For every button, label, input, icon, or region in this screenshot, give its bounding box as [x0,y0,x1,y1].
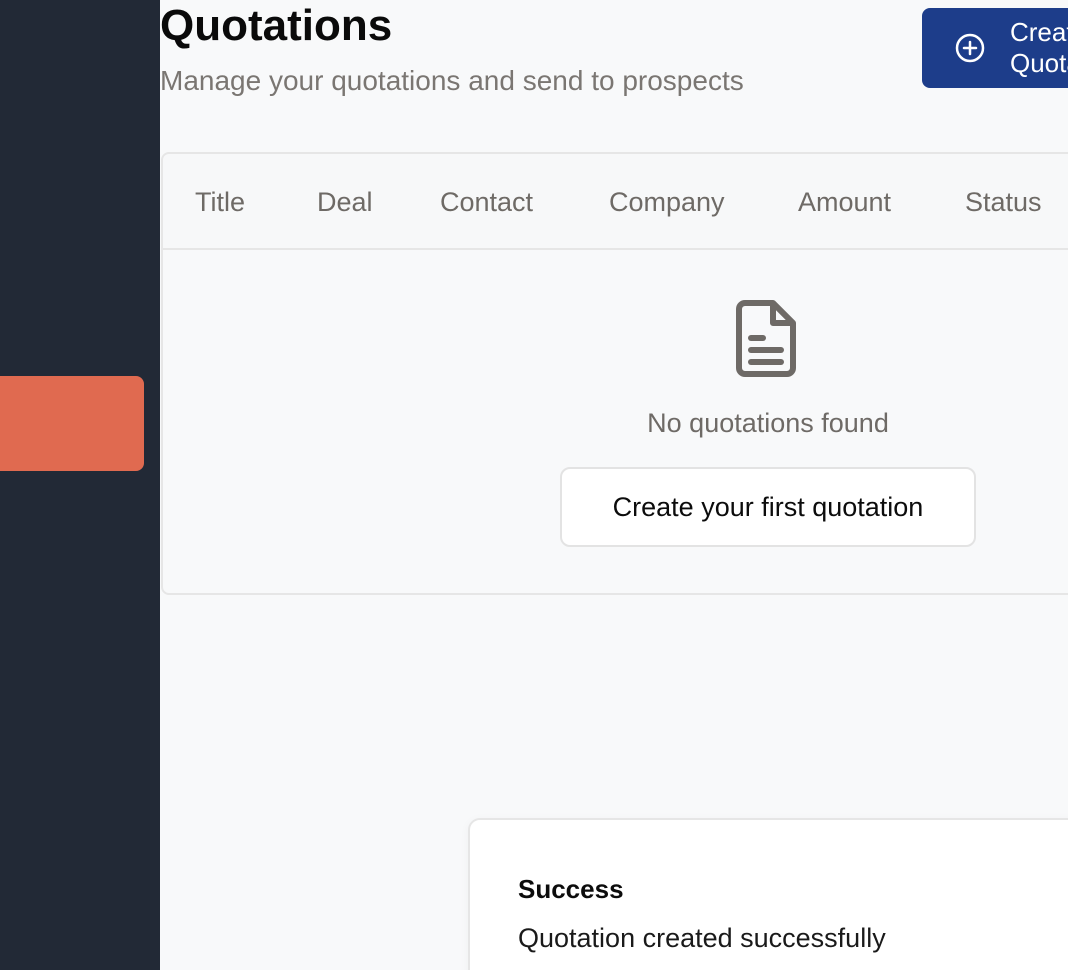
column-header-status[interactable]: Status [965,186,1042,218]
main-content: Quotations Manage your quotations and se… [160,0,1068,970]
create-first-quotation-label: Create your first quotation [612,491,924,522]
page-title: Quotations [160,1,393,50]
column-header-deal[interactable]: Deal [317,186,373,218]
sidebar [0,0,160,970]
page-subtitle: Manage your quotations and send to prosp… [160,65,744,96]
column-header-amount[interactable]: Amount [798,186,891,218]
table-header: Title Deal Contact Company Amount Status [163,154,1068,250]
column-header-title[interactable]: Title [195,186,245,218]
column-header-contact[interactable]: Contact [440,186,533,218]
create-first-quotation-button[interactable]: Create your first quotation [560,467,976,547]
toast-message: Quotation created successfully [518,923,886,953]
success-toast: Success Quotation created successfully [468,818,1068,970]
column-header-company[interactable]: Company [609,186,725,218]
toast-title: Success [518,874,624,904]
document-icon [735,298,799,378]
sidebar-item-active[interactable] [0,376,144,471]
create-quotation-button[interactable]: Create Quotation [922,8,1068,88]
plus-circle-icon [954,32,986,64]
empty-state-message: No quotations found [647,408,889,438]
create-quotation-label: Create Quotation [1010,17,1068,78]
